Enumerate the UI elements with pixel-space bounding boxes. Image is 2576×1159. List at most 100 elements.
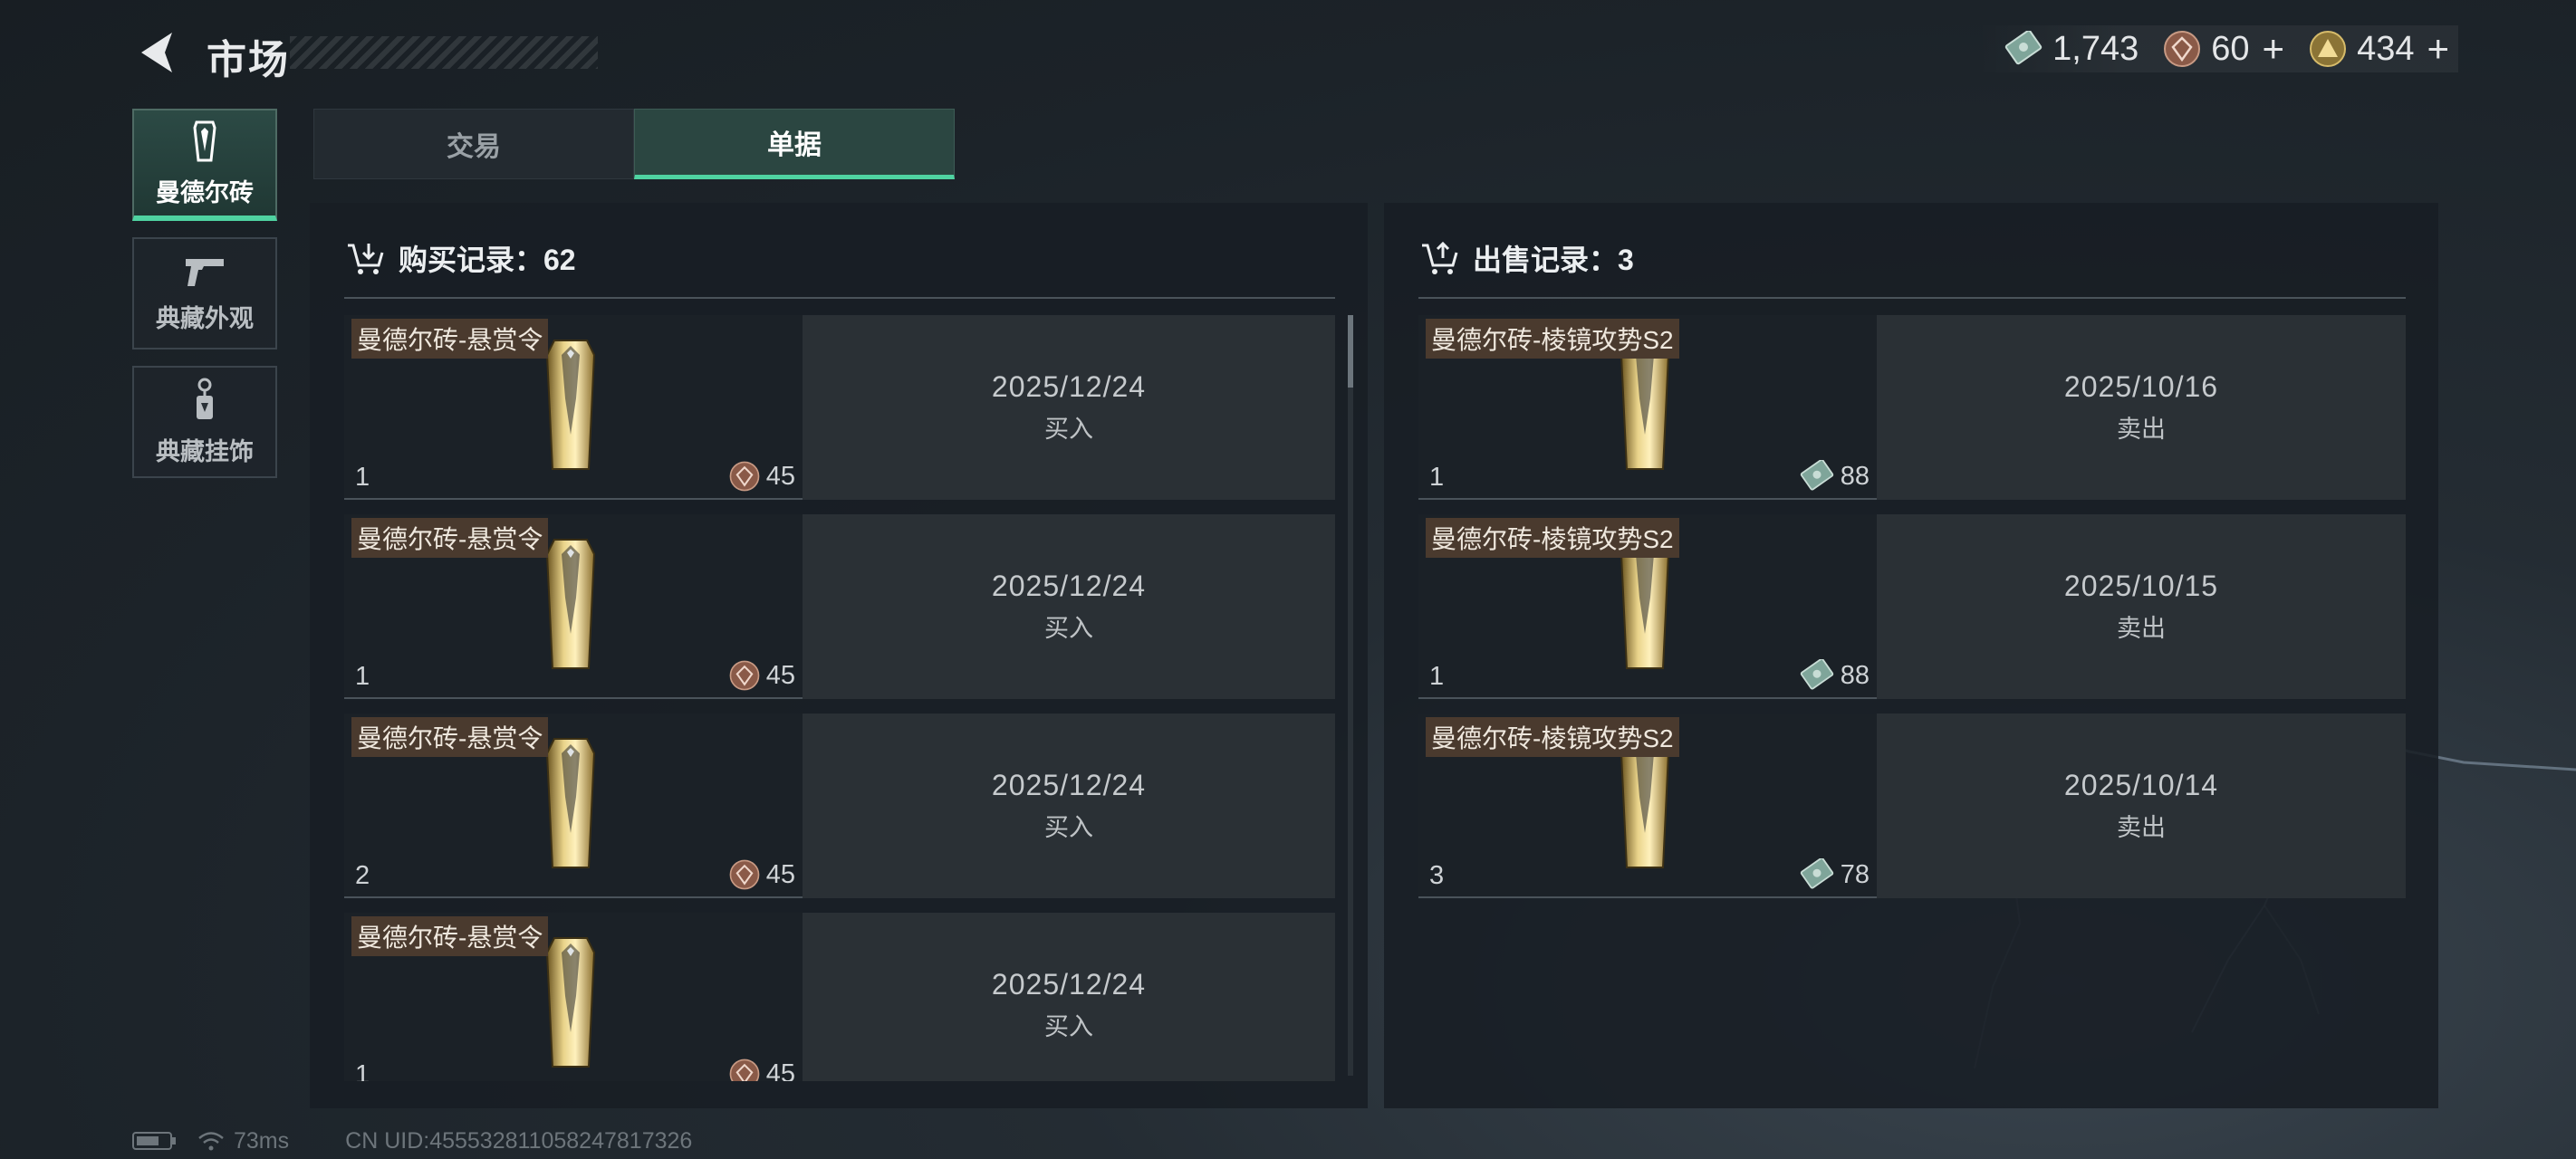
purchase-record-row[interactable]: 曼德尔砖-悬赏令 2 45 2025/12/24 买入 [344,714,1335,898]
sales-record-row[interactable]: 曼德尔砖-棱镜攻势S2 3 78 2025/10/14 卖出 [1418,714,2406,898]
record-date: 2025/12/24 [991,769,1147,801]
gold-coin-icon [2310,31,2347,67]
banknote-icon [1800,659,1833,690]
title-decoration [290,36,598,69]
item-card: 曼德尔砖-悬赏令 1 45 [344,514,803,699]
item-name: 曼德尔砖-棱镜攻势S2 [1426,319,1679,359]
divider [1418,297,2406,299]
item-price: 45 [728,460,795,493]
item-card: 曼德尔砖-悬赏令 1 45 [344,913,803,1081]
banknote-icon [1800,858,1833,889]
price-value: 78 [1840,859,1870,889]
bronze-amount: 60 [2211,29,2250,68]
bronze-coin-icon [729,461,760,492]
item-quantity: 1 [1429,463,1445,492]
wifi-icon [198,1132,224,1151]
record-action: 买入 [1044,1013,1093,1040]
nav-label: 曼德尔砖 [156,178,254,206]
nav-item-collection-charm[interactable]: 典藏挂饰 [132,366,277,478]
item-price: 78 [1799,858,1870,891]
bronze-coin-icon [729,1058,760,1081]
mandel-brick-icon [193,120,216,161]
record-action: 买入 [1044,615,1093,642]
purchase-record-row[interactable]: 曼德尔砖-悬赏令 1 45 2025/12/24 买入 [344,315,1335,500]
currency-bronze[interactable]: 60 + [2162,27,2284,71]
tab-records[interactable]: 单据 [634,109,955,179]
item-name: 曼德尔砖-悬赏令 [351,518,549,558]
back-arrow-icon [141,33,172,72]
status-bar: 73ms CN UID:455532811058247817326 [132,1123,692,1159]
record-date: 2025/12/24 [991,370,1147,403]
page-title: 市场 [207,38,290,82]
cart-upload-icon [1422,241,1458,274]
record-info: 2025/10/15 卖出 [1877,514,2406,699]
tab-bar: 交易 单据 [313,109,955,179]
price-value: 45 [765,1058,795,1082]
record-info: 2025/10/16 卖出 [1877,315,2406,500]
nav-item-mandel-brick[interactable]: 曼德尔砖 [132,109,277,221]
banknote-icon [2004,31,2043,65]
purchase-title: 购买记录：62 [399,244,576,276]
item-price: 45 [728,1058,795,1081]
item-quantity: 1 [355,1060,370,1081]
item-price: 45 [728,659,795,692]
banknote-amount: 1,743 [2052,29,2139,68]
record-action: 买入 [1044,814,1093,841]
record-action: 买入 [1044,416,1093,443]
record-date: 2025/10/16 [2063,370,2219,403]
item-price: 88 [1799,659,1870,692]
currency-banknote[interactable]: 1,743 [2004,30,2139,69]
tab-trade[interactable]: 交易 [313,109,634,179]
charm-icon [197,378,213,419]
item-name: 曼德尔砖-悬赏令 [351,717,549,757]
gold-add-button[interactable]: + [2427,27,2449,71]
category-nav: 曼德尔砖 典藏外观 典藏挂饰 [132,109,281,494]
purchase-record-row[interactable]: 曼德尔砖-悬赏令 1 45 2025/12/24 买入 [344,913,1335,1081]
item-name: 曼德尔砖-棱镜攻势S2 [1426,717,1679,757]
item-card: 曼德尔砖-棱镜攻势S2 3 78 [1418,714,1877,898]
pistol-icon [186,258,224,286]
divider [344,297,1335,299]
bronze-add-button[interactable]: + [2263,27,2285,71]
record-date: 2025/12/24 [991,570,1147,602]
item-card: 曼德尔砖-棱镜攻势S2 1 88 [1418,514,1877,699]
record-info: 2025/12/24 买入 [803,714,1335,898]
price-value: 45 [765,859,795,889]
bronze-coin-icon [729,859,760,890]
currency-gold[interactable]: 434 + [2308,27,2449,71]
cart-download-icon [348,244,384,274]
sales-record-row[interactable]: 曼德尔砖-棱镜攻势S2 1 88 2025/10/16 卖出 [1418,315,2406,500]
user-uid: CN UID:455532811058247817326 [345,1127,693,1154]
record-info: 2025/10/14 卖出 [1877,714,2406,898]
ping-value: 73ms [234,1127,290,1154]
item-quantity: 3 [1429,861,1445,890]
bronze-coin-icon [2164,31,2201,67]
item-quantity: 2 [355,861,370,890]
record-action: 卖出 [2117,416,2166,443]
item-quantity: 1 [355,662,370,691]
purchase-scrollbar[interactable] [1348,315,1353,1076]
record-date: 2025/10/15 [2063,570,2219,602]
nav-label: 典藏外观 [156,304,254,332]
sales-record-row[interactable]: 曼德尔砖-棱镜攻势S2 1 88 2025/10/15 卖出 [1418,514,2406,699]
sales-title: 出售记录：3 [1473,244,1634,276]
purchase-record-row[interactable]: 曼德尔砖-悬赏令 1 45 2025/12/24 买入 [344,514,1335,699]
purchase-list: 曼德尔砖-悬赏令 1 45 2025/12/24 买入 曼德尔砖-悬赏令 1 4… [344,315,1335,1081]
nav-item-collection-skin[interactable]: 典藏外观 [132,237,277,350]
item-price: 45 [728,858,795,891]
gold-amount: 434 [2357,29,2415,68]
price-value: 88 [1840,461,1870,491]
sales-header: 出售记录：3 [1420,237,1634,279]
record-date: 2025/12/24 [991,968,1147,1001]
purchase-header: 购买记录：62 [346,237,576,279]
record-action: 卖出 [2117,615,2166,642]
sales-list: 曼德尔砖-棱镜攻势S2 1 88 2025/10/16 卖出 曼德尔砖-棱镜攻势… [1418,315,2406,1081]
scroll-thumb[interactable] [1348,315,1353,388]
price-value: 88 [1840,660,1870,690]
back-button[interactable] [129,25,183,80]
item-card: 曼德尔砖-悬赏令 1 45 [344,315,803,500]
purchase-records-panel: 购买记录：62 曼德尔砖-悬赏令 1 45 2025/12/24 买入 曼德尔砖… [310,203,1368,1108]
item-card: 曼德尔砖-悬赏令 2 45 [344,714,803,898]
item-quantity: 1 [355,463,370,492]
item-name: 曼德尔砖-悬赏令 [351,319,549,359]
